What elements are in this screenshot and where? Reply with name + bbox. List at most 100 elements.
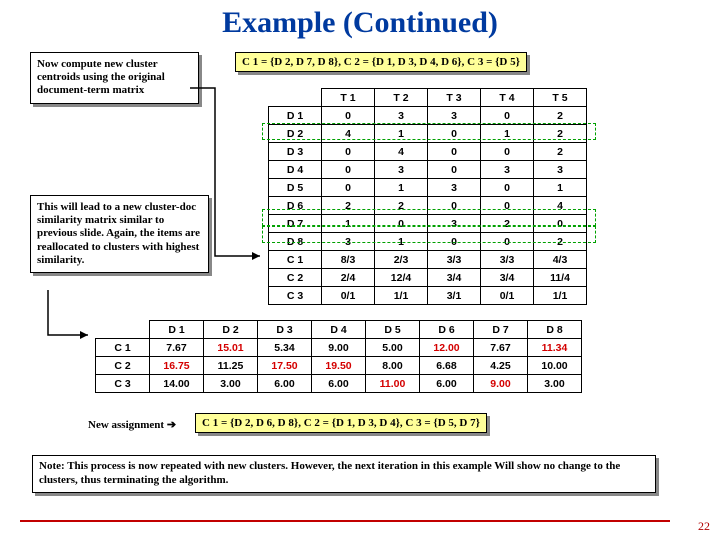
- cell: 3: [322, 233, 375, 251]
- cell: 2: [375, 197, 428, 215]
- cell: 9.00: [474, 375, 528, 393]
- col-header: T 2: [375, 89, 428, 107]
- cell: 4: [375, 143, 428, 161]
- row-header: D 3: [269, 143, 322, 161]
- slide-title: Example (Continued): [0, 0, 720, 40]
- col-header: D 8: [528, 321, 582, 339]
- cell: 0: [428, 143, 481, 161]
- cell: 2: [534, 125, 587, 143]
- cell: 3: [428, 107, 481, 125]
- connector-2: [43, 290, 93, 360]
- cell: 3/3: [428, 251, 481, 269]
- col-header: D 1: [150, 321, 204, 339]
- cell: 3/3: [481, 251, 534, 269]
- cell: 1: [322, 215, 375, 233]
- row-header: D 8: [269, 233, 322, 251]
- col-header: D 5: [366, 321, 420, 339]
- cell: 0: [428, 161, 481, 179]
- cell: 12.00: [420, 339, 474, 357]
- cell: 3: [481, 161, 534, 179]
- cell: 1/1: [375, 287, 428, 305]
- cell: 8.00: [366, 357, 420, 375]
- cell: 6.00: [258, 375, 312, 393]
- cell: 1: [534, 179, 587, 197]
- cell: 0: [322, 179, 375, 197]
- cell: 1: [375, 125, 428, 143]
- cell: 9.00: [312, 339, 366, 357]
- cell: 0: [481, 233, 534, 251]
- cell: 3.00: [204, 375, 258, 393]
- cell: 6.00: [420, 375, 474, 393]
- cell: 0/1: [322, 287, 375, 305]
- cell: 7.67: [150, 339, 204, 357]
- cell: 11/4: [534, 269, 587, 287]
- cell: 3: [428, 215, 481, 233]
- col-header: T 5: [534, 89, 587, 107]
- cell: 3/4: [481, 269, 534, 287]
- row-header: D 6: [269, 197, 322, 215]
- slide: Example (Continued) C 1 = {D 2, D 7, D 8…: [0, 0, 720, 540]
- cell: 2: [534, 233, 587, 251]
- row-header: C 2: [269, 269, 322, 287]
- cell: 0: [481, 107, 534, 125]
- cell: 10.00: [528, 357, 582, 375]
- cell: 14.00: [150, 375, 204, 393]
- similarity-table: D 1D 2D 3D 4D 5D 6D 7D 8C 17.6715.015.34…: [95, 320, 582, 393]
- cell: 1: [375, 233, 428, 251]
- row-header: D 2: [269, 125, 322, 143]
- col-header: T 4: [481, 89, 534, 107]
- cell: 12/4: [375, 269, 428, 287]
- new-assignment-label: New assignment ➔: [88, 418, 176, 431]
- cell: 0: [534, 215, 587, 233]
- footer-rule: [20, 520, 670, 522]
- cell: 19.50: [312, 357, 366, 375]
- col-header: T 3: [428, 89, 481, 107]
- cell: 0: [322, 143, 375, 161]
- cell: 2: [481, 215, 534, 233]
- term-doc-table: T 1T 2T 3T 4T 5D 103302D 241012D 304002D…: [268, 88, 587, 305]
- col-header: D 6: [420, 321, 474, 339]
- cell: 11.25: [204, 357, 258, 375]
- cell: 0: [481, 179, 534, 197]
- clusters-new: C 1 = {D 2, D 6, D 8}, C 2 = {D 1, D 3, …: [195, 413, 487, 433]
- cell: 2/4: [322, 269, 375, 287]
- cell: 2/3: [375, 251, 428, 269]
- row-header: C 1: [96, 339, 150, 357]
- col-header: D 2: [204, 321, 258, 339]
- col-header: D 7: [474, 321, 528, 339]
- row-header: C 3: [269, 287, 322, 305]
- cell: 6.00: [312, 375, 366, 393]
- cell: 0: [375, 215, 428, 233]
- note-termination: Note: This process is now repeated with …: [32, 455, 656, 493]
- cell: 3: [375, 161, 428, 179]
- cell: 1/1: [534, 287, 587, 305]
- cell: 0: [428, 125, 481, 143]
- row-header: C 3: [96, 375, 150, 393]
- cell: 2: [534, 107, 587, 125]
- col-header: T 1: [322, 89, 375, 107]
- cell: 3/1: [428, 287, 481, 305]
- cell: 11.34: [528, 339, 582, 357]
- cell: 0/1: [481, 287, 534, 305]
- cell: 2: [322, 197, 375, 215]
- cell: 5.34: [258, 339, 312, 357]
- cell: 0: [428, 233, 481, 251]
- cell: 0: [322, 161, 375, 179]
- slide-number: 22: [698, 519, 710, 534]
- cell: 3: [534, 161, 587, 179]
- cell: 4.25: [474, 357, 528, 375]
- cell: 3: [428, 179, 481, 197]
- cell: 15.01: [204, 339, 258, 357]
- cell: 17.50: [258, 357, 312, 375]
- row-header: C 2: [96, 357, 150, 375]
- row-header: D 7: [269, 215, 322, 233]
- cell: 0: [322, 107, 375, 125]
- cell: 16.75: [150, 357, 204, 375]
- cell: 1: [481, 125, 534, 143]
- cell: 8/3: [322, 251, 375, 269]
- callout-centroids: Now compute new cluster centroids using …: [30, 52, 199, 104]
- cell: 4: [534, 197, 587, 215]
- cell: 7.67: [474, 339, 528, 357]
- cell: 0: [428, 197, 481, 215]
- cell: 6.68: [420, 357, 474, 375]
